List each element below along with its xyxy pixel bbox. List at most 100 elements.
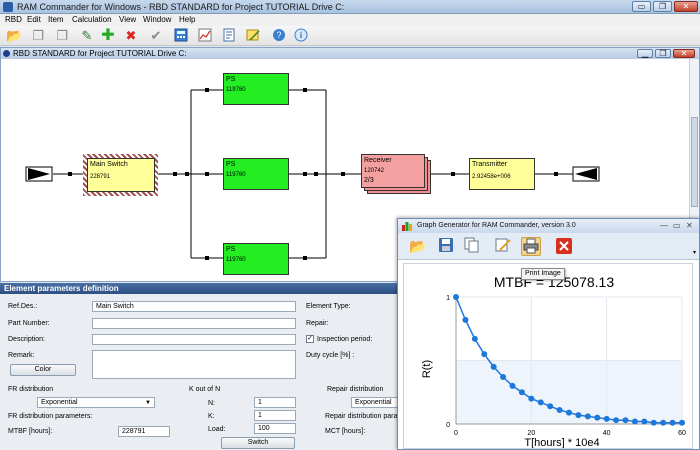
menu-window[interactable]: Window [143,15,171,24]
ref-des-field[interactable]: Main Switch [92,301,296,312]
ref-des-label: Ref.Des.: [8,303,38,310]
restore-button[interactable]: ❐ [653,1,672,12]
open-folder-icon[interactable]: 📂 [408,237,428,256]
menu-view[interactable]: View [119,15,136,24]
block-name: PS [226,76,236,83]
calculator-icon[interactable] [173,28,189,44]
menu-edit[interactable]: Edit [27,15,41,24]
k-field[interactable]: 1 [254,410,296,421]
report-icon[interactable] [221,28,237,44]
edit-icon[interactable] [493,237,513,256]
block-name: Main Switch [90,161,128,168]
save-icon[interactable] [436,237,456,256]
repair-params-label: Repair distribution para [325,413,398,420]
menu-help[interactable]: Help [179,15,195,24]
rbd-block-ps-1[interactable]: PS 119760 [223,73,289,105]
chart-point [622,417,629,424]
fr-distribution-label: FR distribution [8,386,54,393]
graph-app-icon [402,222,412,231]
rbd-block-ps-3[interactable]: PS 119760 [223,243,289,275]
remark-field[interactable] [92,350,296,379]
load-field[interactable]: 100 [254,423,296,434]
chart-svg: MTBF = 125078.13 R(t) T[hours] * 10e4 02… [421,274,686,448]
block-value: 228791 [90,174,111,180]
part-number-label: Part Number: [8,320,50,327]
close-button[interactable]: ✕ [674,1,698,12]
repair-distribution-select[interactable]: Exponential [351,397,401,408]
description-field[interactable] [92,334,296,345]
fr-distribution-value: Exponential [41,399,78,406]
notes-icon[interactable] [245,28,261,44]
copy-icon[interactable]: ❐ [54,28,70,44]
info-icon[interactable]: i [293,28,309,44]
switch-button[interactable]: Switch [221,437,295,449]
chart-point [547,403,554,410]
node-dot [303,88,307,92]
chart-point [462,316,469,323]
description-label: Description: [8,336,45,343]
chart-y-label: R(t) [421,360,433,378]
graph-title-bar: Graph Generator for RAM Commander, versi… [398,219,699,233]
chart-point [500,374,507,381]
edit-pencil-icon[interactable]: ✎ [79,28,95,44]
node-dot [314,172,318,176]
rbd-block-receiver[interactable]: Receiver 120742 2/3 [361,154,425,188]
node-dot [185,172,189,176]
main-toolbar: 📂 ❐ ❐ ✎ ✚ ✖ ✔ ? i [0,26,700,46]
help-icon[interactable]: ? [271,28,287,44]
inspection-period-checkbox[interactable]: ✓ [306,335,314,343]
graph-maximize-button[interactable]: ▭ [673,221,681,230]
chart-point [650,419,657,426]
chart-point [528,395,535,402]
node-dot [341,172,345,176]
part-number-field[interactable] [92,318,296,329]
repair-distribution-label: Repair distribution [327,386,384,393]
chart-point [594,414,601,421]
chart-point [509,382,516,389]
block-name: PS [226,246,236,253]
block-value: 119760 [226,87,246,93]
chart-point [641,418,648,425]
rbd-block-main-switch[interactable]: Main Switch 228791 [87,158,155,192]
delete-x-icon[interactable]: ✖ [123,28,139,44]
node-dot [205,256,209,260]
graph-close-button[interactable]: ✕ [686,221,693,230]
menu-rbd[interactable]: RBD [5,15,22,24]
node-dot [68,172,72,176]
chart-point [537,399,544,406]
minimize-button[interactable]: ▭ [632,1,651,12]
menu-item[interactable]: Item [48,15,64,24]
copy-icon[interactable]: ❐ [30,28,46,44]
check-icon[interactable]: ✔ [148,28,164,44]
menu-calculation[interactable]: Calculation [72,15,112,24]
toolbar-overflow-icon[interactable]: ▾ [693,249,696,256]
chart-x-tick-label: 40 [603,430,611,437]
mtbf-label: MTBF [hours]: [8,428,53,435]
block-value: 120742 [364,168,385,174]
mtbf-field[interactable]: 228791 [118,426,170,437]
chart-point [453,294,459,300]
chart-point [613,417,620,424]
load-label: Load: [208,426,226,433]
block-value: 2.92458e+006 [472,174,511,180]
graph-plot-area: MTBF = 125078.13 R(t) T[hours] * 10e4 02… [403,263,693,449]
chart-x-label: T[hours] * 10e4 [524,437,599,448]
chart-icon[interactable] [197,28,213,44]
rbd-block-ps-2[interactable]: PS 119760 [223,158,289,190]
rbd-block-transmitter[interactable]: Transmitter 2.92458e+006 [469,158,535,190]
copy-icon[interactable] [462,237,482,256]
graph-window-title: Graph Generator for RAM Commander, versi… [417,222,576,229]
print-icon[interactable] [521,237,541,256]
graph-toolbar: 📂 ▾ [398,233,699,260]
add-plus-icon[interactable]: ✚ [100,28,116,44]
n-field[interactable]: 1 [254,397,296,408]
color-button[interactable]: Color [10,364,76,376]
graph-minimize-button[interactable]: — [660,221,668,230]
close-red-icon[interactable] [554,237,574,256]
scrollbar-thumb[interactable] [691,117,698,207]
chart-point [556,407,563,414]
fr-distribution-select[interactable]: Exponential ▼ [37,397,155,408]
open-folder-icon[interactable]: 📂 [6,28,22,44]
app-title: RAM Commander for Windows - RBD STANDARD… [17,2,345,12]
chart-point [490,363,497,370]
